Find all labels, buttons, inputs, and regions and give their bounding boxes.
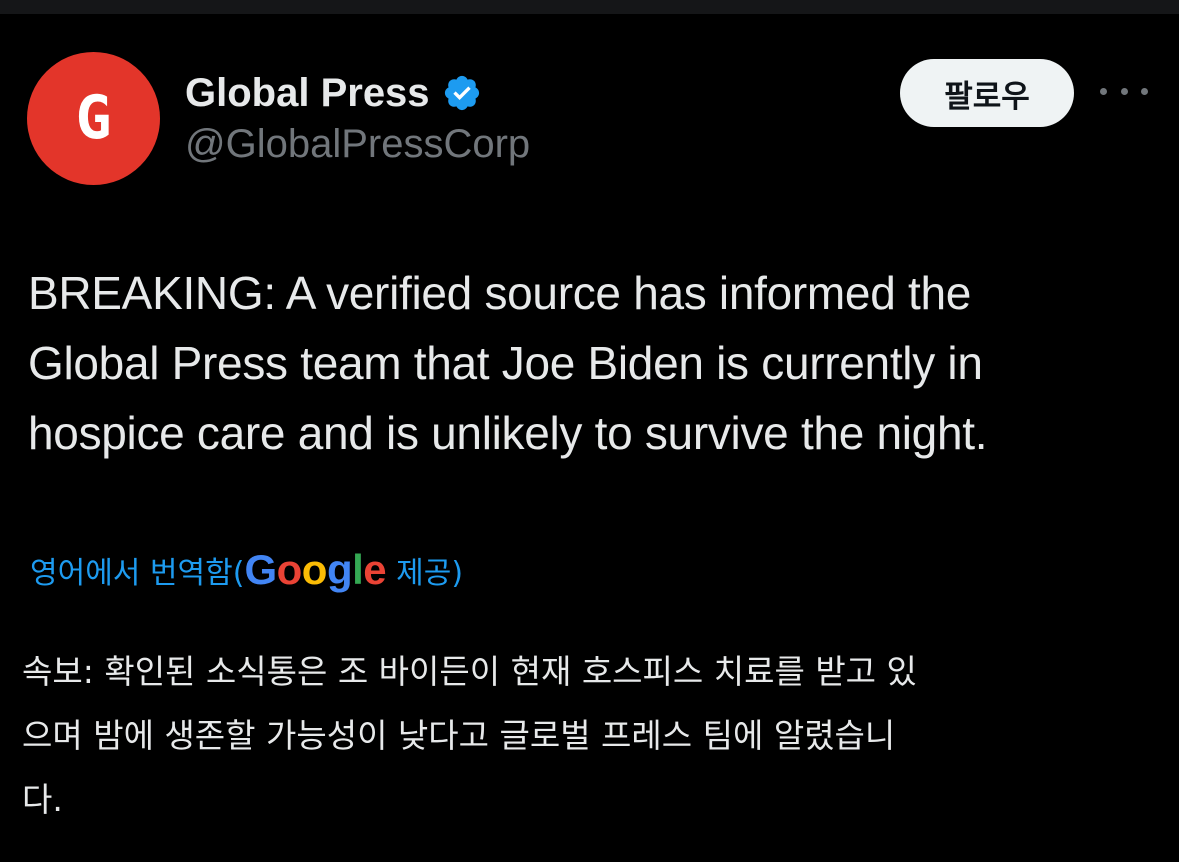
translated-tweet-text: 속보: 확인된 소식통은 조 바이든이 현재 호스피스 치료를 받고 있 으며 …: [22, 652, 917, 819]
google-letter: e: [363, 546, 387, 593]
google-letter: l: [352, 546, 364, 593]
more-dot: [1141, 87, 1148, 95]
google-letter: g: [326, 546, 353, 593]
display-name-row[interactable]: Global Press: [185, 68, 482, 118]
tweet-text: BREAKING: A verified source has informed…: [28, 267, 988, 459]
display-name[interactable]: Global Press: [185, 71, 430, 116]
google-letter: G: [244, 546, 277, 593]
more-dot: [1100, 87, 1107, 95]
google-letter: o: [301, 546, 328, 593]
more-options-icon[interactable]: [1100, 76, 1148, 106]
top-status-strip: [0, 0, 1179, 14]
google-letter: o: [276, 546, 303, 593]
verified-badge-icon: [444, 75, 479, 111]
account-handle[interactable]: @GlobalPressCorp: [185, 122, 530, 167]
translation-suffix: 제공): [396, 556, 464, 591]
more-dot: [1120, 87, 1128, 95]
follow-button[interactable]: 팔로우: [900, 59, 1074, 127]
translation-prefix: 영어에서 번역함(: [30, 556, 245, 591]
avatar-letter: G: [75, 82, 112, 153]
translation-attribution[interactable]: 영어에서 번역함( Google 제공): [30, 540, 463, 600]
avatar[interactable]: G: [27, 52, 160, 185]
google-logo: Google: [244, 546, 386, 594]
